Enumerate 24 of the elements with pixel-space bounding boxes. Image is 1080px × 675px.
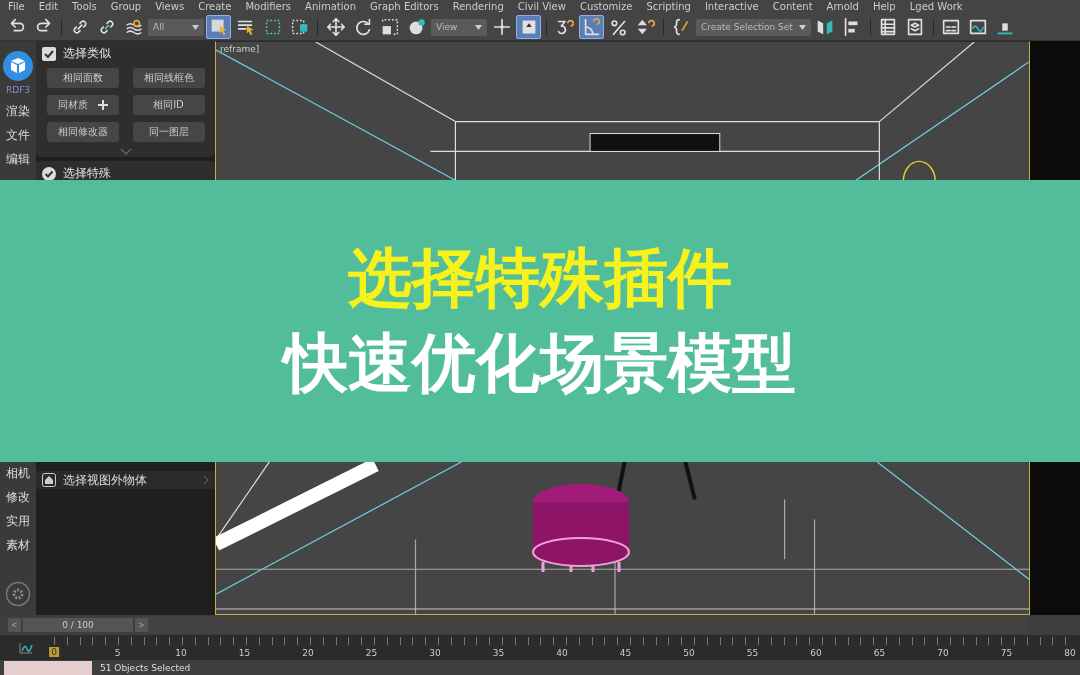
- tick-label: 55: [746, 648, 759, 658]
- tick-label: 65: [873, 648, 886, 658]
- tick-label: 35: [492, 648, 505, 658]
- tick-label: 10: [175, 648, 187, 658]
- tick-label: 15: [238, 648, 251, 658]
- banner-title: 选择特殊插件: [348, 240, 732, 317]
- tick-label: 70: [937, 648, 949, 658]
- tick-label: 80: [1064, 648, 1076, 658]
- tick-label: 0: [49, 647, 59, 657]
- logo-label: RDF3: [5, 85, 31, 95]
- tick-label: 30: [429, 648, 441, 658]
- tick-label: 75: [1000, 648, 1013, 658]
- tick-label: 45: [619, 648, 632, 658]
- status-text: 51 Objects Selected: [100, 662, 191, 673]
- section-title: 选择特殊: [63, 165, 111, 182]
- tick-label: 60: [810, 648, 822, 658]
- tick-label: 25: [365, 648, 378, 658]
- tick-label: 5: [114, 648, 121, 658]
- tick-label: 40: [556, 648, 568, 658]
- tick-label: 20: [302, 648, 314, 658]
- frame-counter: 0 / 100: [23, 618, 133, 632]
- tick-label: 50: [683, 648, 695, 658]
- row-label: 选择视图外物体: [63, 471, 148, 489]
- section-title: 选择类似: [63, 45, 111, 62]
